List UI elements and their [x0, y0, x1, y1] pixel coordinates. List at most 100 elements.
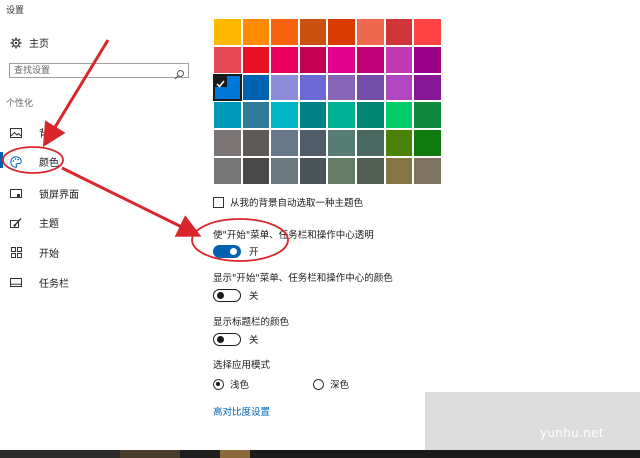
color-swatch[interactable]: [356, 18, 385, 46]
transparency-label: 使"开始"菜单、任务栏和操作中心透明: [213, 230, 374, 241]
accent-color-grid: [213, 18, 442, 185]
auto-pick-checkbox[interactable]: [213, 196, 224, 208]
light-radio[interactable]: [213, 378, 224, 390]
toggle-knob: [217, 291, 224, 299]
color-swatch[interactable]: [413, 73, 442, 102]
show-color-start-label: 显示"开始"菜单、任务栏和操作中心的颜色: [213, 273, 393, 284]
color-swatch[interactable]: [327, 157, 356, 185]
show-color-titlebar-toggle-row[interactable]: 关: [213, 332, 259, 346]
color-swatch[interactable]: [298, 18, 328, 46]
color-swatch[interactable]: [384, 18, 414, 46]
window-title: 设置: [6, 6, 25, 16]
watermark-text: yunhu.net: [540, 426, 604, 440]
high-contrast-link[interactable]: 高对比度设置: [213, 404, 270, 418]
toggle-knob: [230, 247, 237, 255]
color-swatch[interactable]: [213, 73, 242, 102]
color-swatch[interactable]: [270, 101, 299, 130]
color-swatch[interactable]: [384, 73, 414, 102]
show-color-titlebar-label: 显示标题栏的颜色: [213, 317, 290, 328]
start-grid-icon: [9, 246, 23, 260]
check-icon: [214, 74, 227, 88]
color-swatch[interactable]: [413, 101, 442, 130]
transparency-toggle-row[interactable]: 开: [213, 244, 259, 258]
sidebar-item-label: 背景: [39, 129, 59, 140]
taskbar-icon: [9, 276, 23, 290]
sidebar-item-taskbar[interactable]: 任务栏: [9, 275, 69, 290]
lock-screen-icon: [9, 187, 23, 201]
color-swatch[interactable]: [213, 18, 242, 46]
sidebar-item-start[interactable]: 开始: [9, 245, 59, 260]
app-mode-dark[interactable]: 深色: [313, 377, 349, 391]
color-swatch[interactable]: [270, 73, 299, 102]
color-swatch[interactable]: [356, 157, 385, 185]
active-indicator: [0, 152, 3, 168]
search-box[interactable]: [9, 63, 189, 80]
sidebar-item-colors[interactable]: 颜色: [9, 154, 59, 169]
color-swatch[interactable]: [241, 129, 271, 157]
sidebar-item-lockscreen[interactable]: 锁屏界面: [9, 186, 79, 201]
color-swatch[interactable]: [327, 101, 356, 130]
sidebar-item-label: 开始: [39, 249, 59, 260]
color-swatch[interactable]: [384, 129, 414, 157]
color-swatch[interactable]: [298, 157, 328, 185]
taskbar-segment: [180, 450, 220, 458]
color-swatch[interactable]: [356, 129, 385, 157]
toggle-state: 开: [249, 247, 259, 258]
sidebar-item-themes[interactable]: 主题: [9, 215, 59, 230]
color-swatch[interactable]: [356, 73, 385, 102]
light-label: 浅色: [230, 380, 250, 391]
show-color-titlebar-toggle[interactable]: [213, 332, 241, 346]
color-swatch[interactable]: [213, 157, 242, 185]
color-swatch[interactable]: [327, 73, 356, 102]
color-swatch[interactable]: [327, 18, 356, 46]
dark-radio[interactable]: [313, 378, 324, 390]
app-mode-light[interactable]: 浅色: [213, 377, 249, 391]
color-swatch[interactable]: [327, 45, 356, 74]
color-swatch[interactable]: [241, 73, 271, 102]
color-swatch[interactable]: [241, 157, 271, 185]
search-input[interactable]: [10, 64, 174, 77]
sidebar-item-label: 主题: [39, 219, 59, 230]
color-swatch[interactable]: [384, 157, 414, 185]
color-swatch[interactable]: [384, 101, 414, 130]
sidebar-home[interactable]: 主页: [9, 35, 49, 50]
color-swatch[interactable]: [327, 129, 356, 157]
show-color-start-toggle[interactable]: [213, 288, 241, 302]
taskbar-segment: [220, 450, 250, 458]
color-swatch[interactable]: [241, 45, 271, 74]
color-swatch[interactable]: [413, 129, 442, 157]
sidebar-item-background[interactable]: 背景: [9, 125, 59, 140]
theme-icon: [9, 216, 23, 230]
toggle-state: 关: [249, 291, 259, 302]
color-swatch[interactable]: [241, 18, 271, 46]
search-icon[interactable]: [174, 65, 185, 80]
color-swatch[interactable]: [270, 129, 299, 157]
toggle-knob: [217, 335, 224, 343]
color-swatch[interactable]: [298, 45, 328, 74]
color-swatch[interactable]: [213, 45, 242, 74]
color-swatch[interactable]: [298, 129, 328, 157]
color-swatch[interactable]: [270, 45, 299, 74]
taskbar-segment: [250, 450, 640, 458]
color-swatch[interactable]: [413, 18, 442, 46]
color-swatch[interactable]: [213, 129, 242, 157]
color-swatch[interactable]: [298, 73, 328, 102]
color-swatch[interactable]: [270, 18, 299, 46]
auto-pick-row[interactable]: 从我的背景自动选取一种主题色: [213, 195, 363, 209]
color-swatch[interactable]: [270, 157, 299, 185]
taskbar-strip: [0, 450, 640, 458]
sidebar-item-label: 锁屏界面: [39, 190, 79, 201]
color-swatch[interactable]: [298, 101, 328, 130]
color-swatch[interactable]: [413, 45, 442, 74]
sidebar-home-label: 主页: [29, 39, 49, 50]
auto-pick-label: 从我的背景自动选取一种主题色: [230, 198, 364, 209]
show-color-start-toggle-row[interactable]: 关: [213, 288, 259, 302]
color-swatch[interactable]: [213, 101, 242, 130]
color-swatch[interactable]: [384, 45, 414, 74]
watermark-background: [425, 392, 640, 450]
color-swatch[interactable]: [356, 101, 385, 130]
transparency-toggle[interactable]: [213, 244, 241, 258]
color-swatch[interactable]: [356, 45, 385, 74]
color-swatch[interactable]: [413, 157, 442, 185]
color-swatch[interactable]: [241, 101, 271, 130]
